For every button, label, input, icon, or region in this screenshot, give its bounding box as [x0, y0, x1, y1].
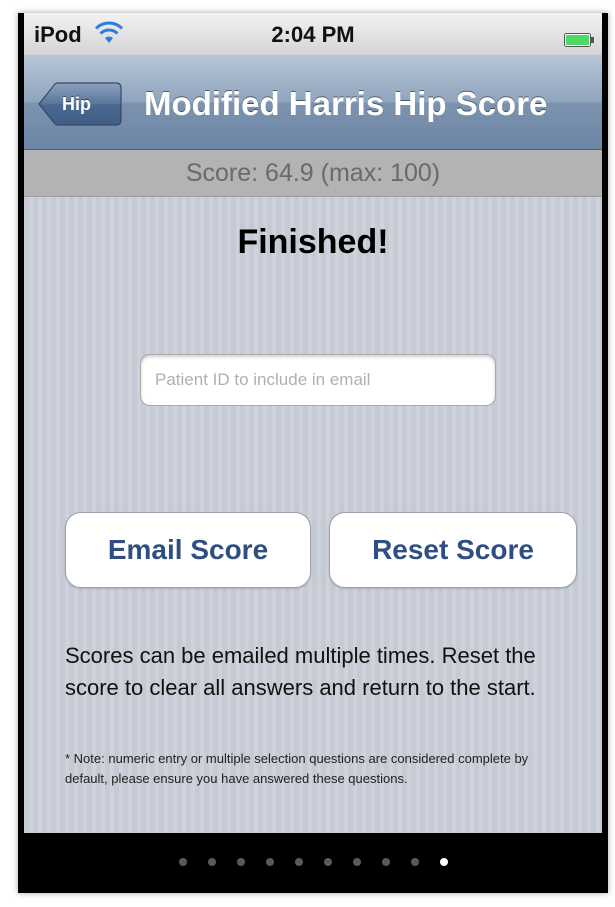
- back-button[interactable]: Hip: [38, 82, 122, 126]
- clock: 2:04 PM: [271, 22, 355, 47]
- page-dots: [24, 858, 602, 866]
- email-score-button[interactable]: Email Score: [65, 512, 311, 588]
- page-title: Modified Harris Hip Score: [144, 85, 548, 122]
- page-dot[interactable]: [178, 858, 187, 866]
- navigation-bar: Hip Modified Harris Hip Score: [24, 55, 602, 150]
- page-dot[interactable]: [381, 858, 390, 866]
- page-dot[interactable]: [294, 858, 303, 866]
- page-dot[interactable]: [236, 858, 245, 866]
- page-control[interactable]: [24, 833, 602, 893]
- page-dot[interactable]: [410, 858, 419, 866]
- page-dot[interactable]: [352, 858, 361, 866]
- patient-id-input[interactable]: [140, 354, 496, 406]
- page-dot[interactable]: [207, 858, 216, 866]
- finished-heading: Finished!: [237, 223, 389, 261]
- reset-score-button[interactable]: Reset Score: [329, 512, 577, 588]
- info-text: Scores can be emailed multiple times. Re…: [65, 643, 536, 700]
- back-button-label: Hip: [62, 94, 91, 114]
- battery-icon: [564, 27, 594, 47]
- main-content: Finished! Email Score Reset Score Scores…: [24, 197, 602, 833]
- status-bar: iPod 2:04 PM: [24, 13, 602, 56]
- device-frame: iPod 2:04 PM Hip Modified Harris Hip Sco…: [18, 13, 608, 893]
- score-bar: Score: 64.9 (max: 100): [24, 150, 602, 197]
- page-dot[interactable]: [323, 858, 332, 866]
- page-dot[interactable]: [265, 858, 274, 866]
- screen: iPod 2:04 PM Hip Modified Harris Hip Sco…: [24, 13, 602, 893]
- page-dot[interactable]: [439, 858, 448, 866]
- note-text: * Note: numeric entry or multiple select…: [65, 751, 529, 786]
